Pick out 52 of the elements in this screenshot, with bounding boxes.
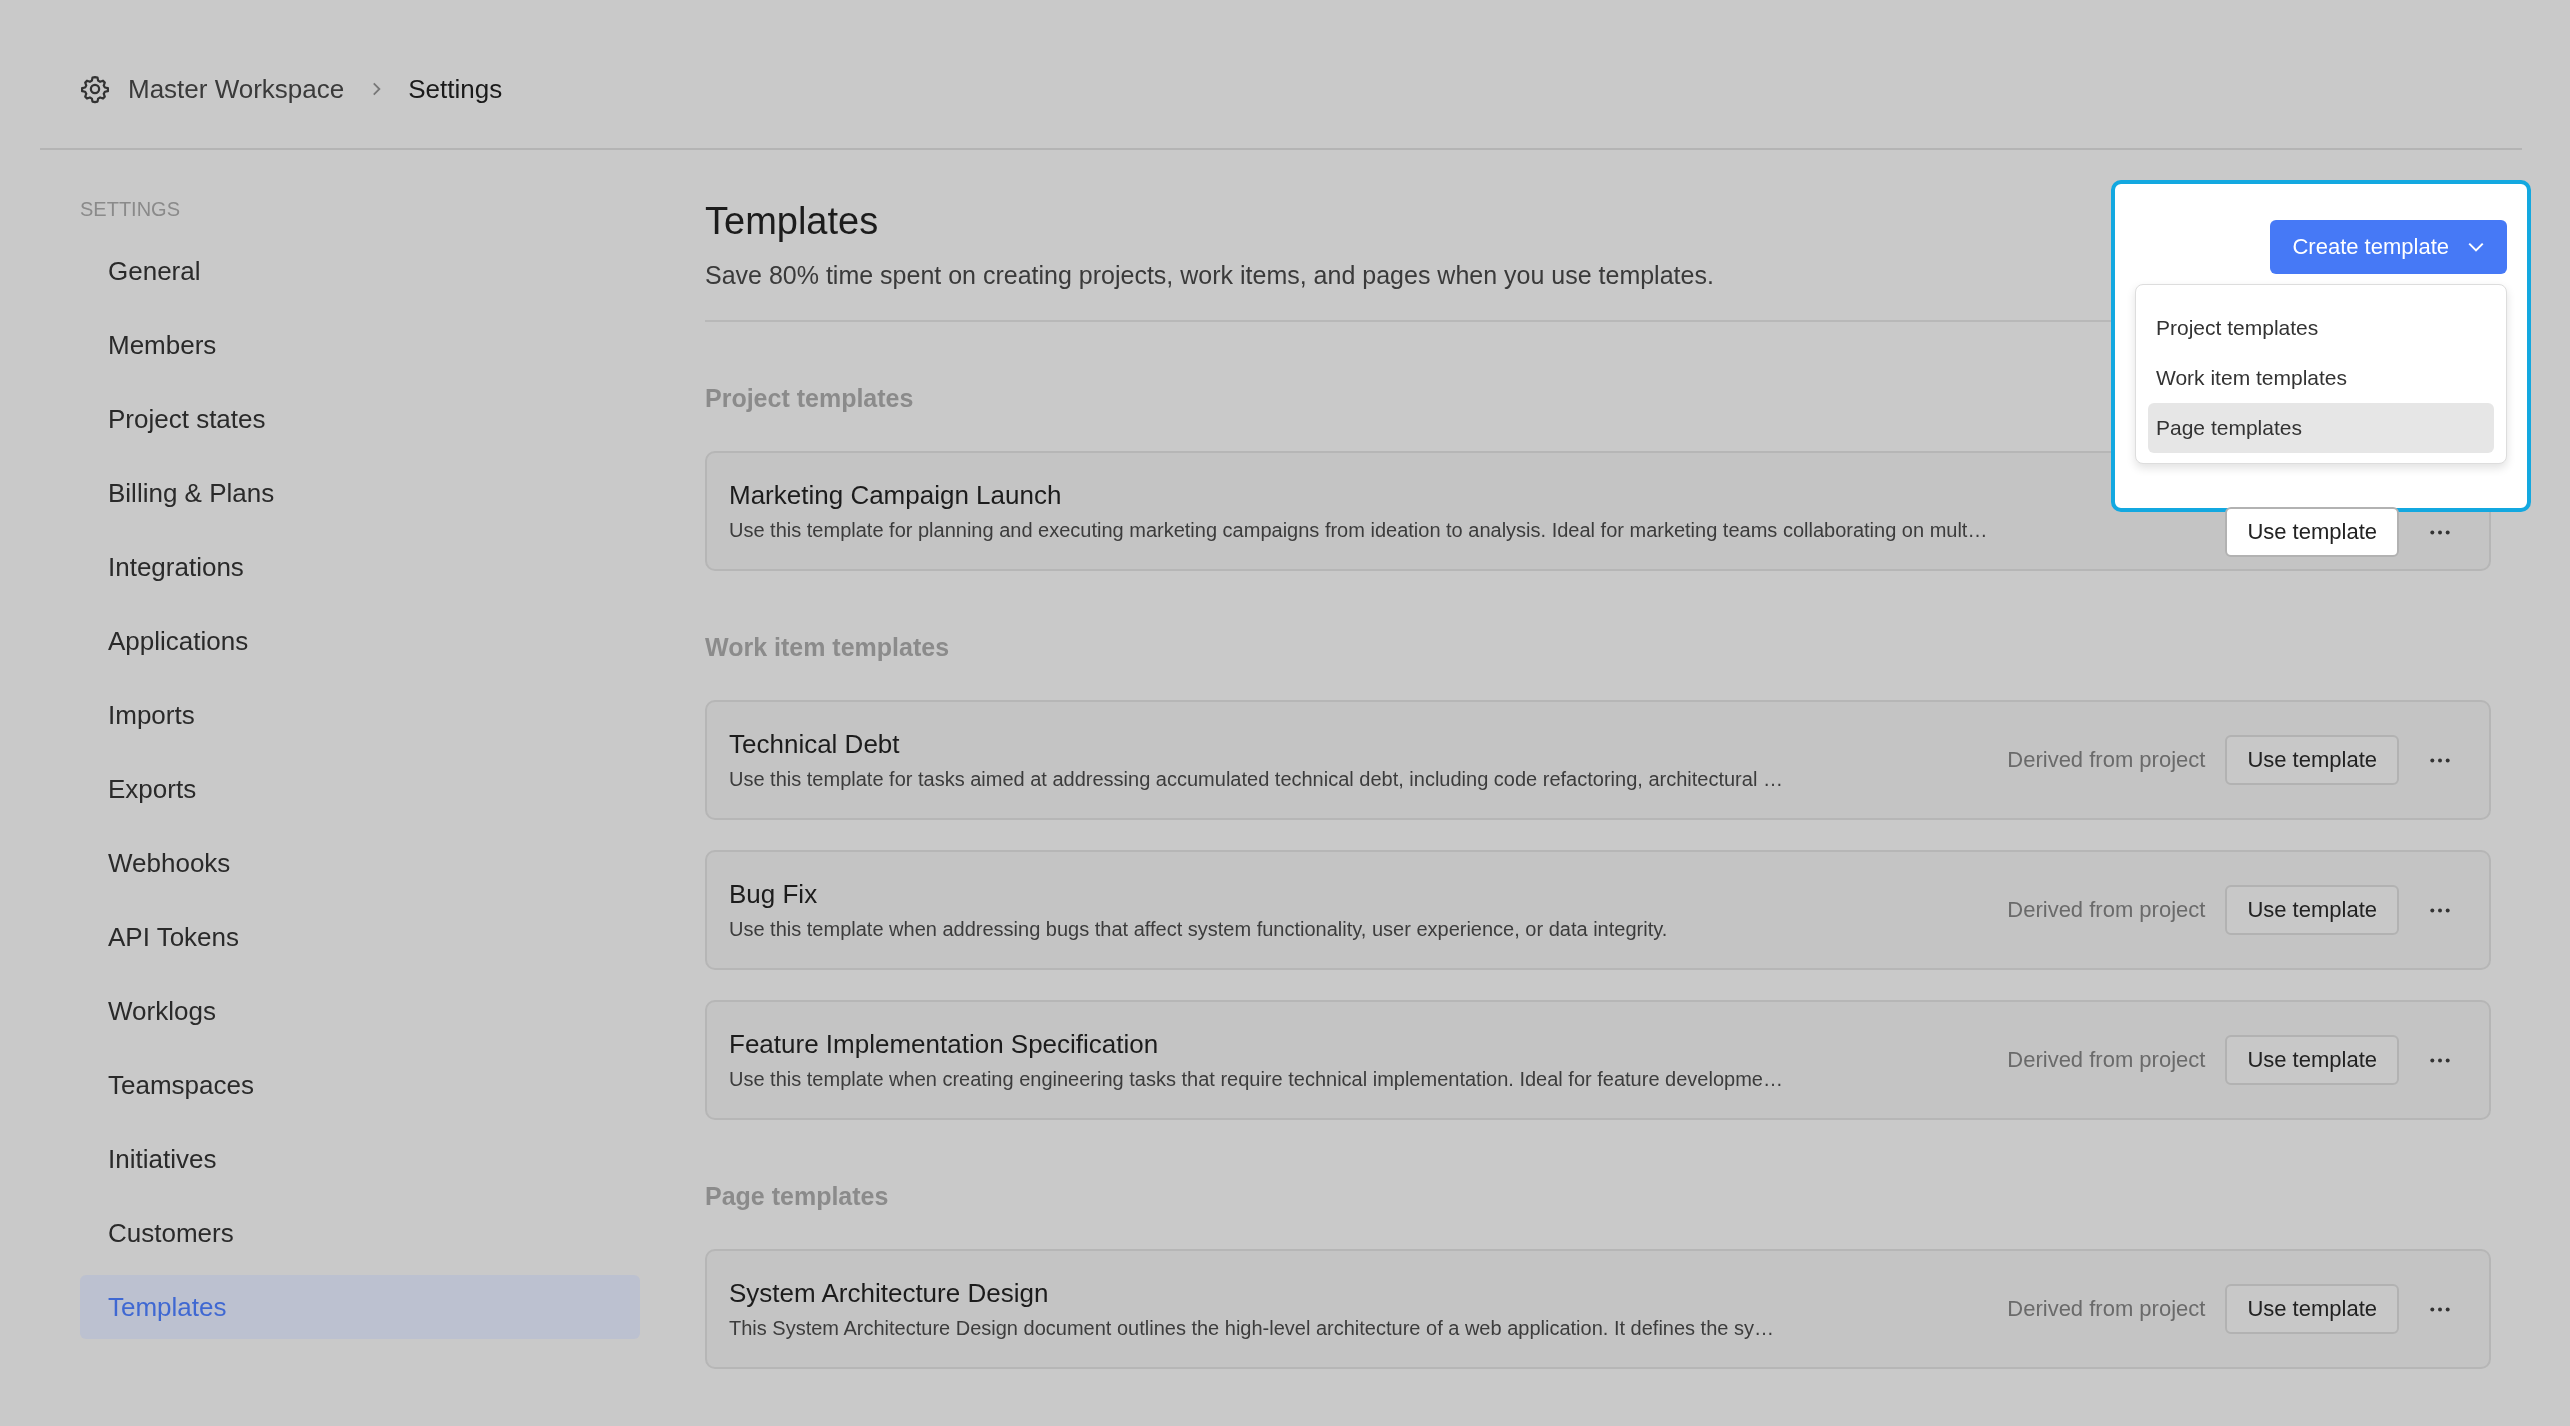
- use-template-button[interactable]: Use template: [2225, 1284, 2399, 1334]
- more-icon: [2429, 1306, 2451, 1312]
- sidebar-item[interactable]: Worklogs: [80, 979, 640, 1043]
- menu-item[interactable]: Project templates: [2148, 303, 2494, 353]
- template-source: Derived from project: [2007, 897, 2206, 923]
- template-description: This System Architecture Design document outlines the high-level architecture of a web application. It defines the sy…: [729, 1317, 1774, 1340]
- template-source: Derived from project: [2007, 1047, 2206, 1073]
- template-name: Marketing Campaign Launch: [729, 480, 1063, 511]
- settings-icon: [80, 74, 110, 104]
- sidebar-item[interactable]: Teamspaces: [80, 1053, 640, 1117]
- sidebar-item[interactable]: Exports: [80, 757, 640, 821]
- sidebar-item[interactable]: General: [80, 239, 640, 303]
- sidebar-item[interactable]: Webhooks: [80, 831, 640, 895]
- more-icon: [2429, 1057, 2451, 1063]
- breadcrumb-current: Settings: [408, 73, 503, 105]
- sidebar-item[interactable]: Initiatives: [80, 1127, 640, 1191]
- more-icon: [2429, 907, 2451, 913]
- chevron-down-icon: [2467, 241, 2485, 253]
- template-name: Feature Implementation Specification: [729, 1029, 1160, 1060]
- sidebar-item[interactable]: Applications: [80, 609, 640, 673]
- more-icon: [2429, 529, 2451, 535]
- create-template-button[interactable]: Create template: [2270, 220, 2507, 274]
- use-template-button[interactable]: Use template: [2225, 1035, 2399, 1085]
- menu-item[interactable]: Page templates: [2148, 403, 2494, 453]
- page-subtitle: Save 80% time spent on creating projects, work items, and pages when you use templates.: [705, 261, 1715, 290]
- sidebar-item[interactable]: Customers: [80, 1201, 640, 1265]
- sidebar-item[interactable]: API Tokens: [80, 905, 640, 969]
- page-title: Templates: [705, 200, 880, 243]
- template-name: Technical Debt: [729, 729, 901, 760]
- more-icon: [2429, 757, 2451, 763]
- section-heading: Page templates: [705, 1182, 890, 1211]
- sidebar-item[interactable]: Billing & Plans: [80, 461, 640, 525]
- use-template-button[interactable]: Use template: [2225, 735, 2399, 785]
- sidebar-item[interactable]: Project states: [80, 387, 640, 451]
- sidebar-item[interactable]: Integrations: [80, 535, 640, 599]
- template-source: Derived from project: [2007, 747, 2206, 773]
- section-heading: Project templates: [705, 384, 915, 413]
- section-heading: Work item templates: [705, 633, 951, 662]
- template-name: Bug Fix: [729, 879, 819, 910]
- use-template-button[interactable]: Use template: [2225, 885, 2399, 935]
- sidebar-item[interactable]: Members: [80, 313, 640, 377]
- sidebar-heading: SETTINGS: [80, 198, 181, 221]
- breadcrumb-link[interactable]: Master Workspace: [128, 73, 345, 105]
- template-name: System Architecture Design: [729, 1278, 1050, 1309]
- template-description: Use this template for planning and executing marketing campaigns from ideation to analysis. Ideal for marketing teams collaborating on mult…: [729, 519, 1988, 542]
- template-description: Use this template for tasks aimed at addressing accumulated technical debt, including code refactoring, architectural …: [729, 768, 1783, 791]
- use-template-button[interactable]: Use template: [2225, 507, 2399, 557]
- template-source: Derived from project: [2007, 1296, 2206, 1322]
- sidebar-item[interactable]: Imports: [80, 683, 640, 747]
- menu-item[interactable]: Work item templates: [2148, 353, 2494, 403]
- template-description: Use this template when addressing bugs that affect system functionality, user experience, or data integrity.: [729, 918, 1668, 941]
- template-description: Use this template when creating engineering tasks that require technical implementation. Ideal for feature developme…: [729, 1068, 1783, 1091]
